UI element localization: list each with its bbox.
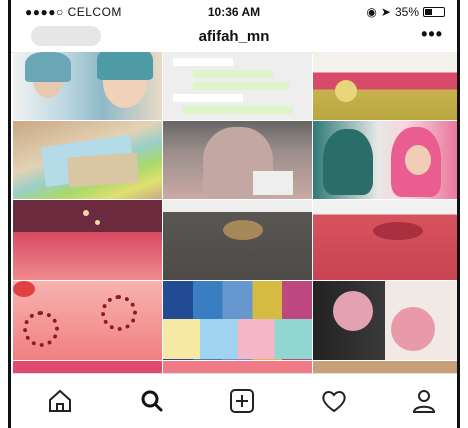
profile-username: afifah_mn <box>198 28 270 45</box>
grid-photo[interactable] <box>313 121 457 199</box>
bottom-tab-bar <box>11 373 457 428</box>
grid-photo[interactable] <box>13 281 162 360</box>
photo-grid <box>13 52 457 378</box>
status-bar: ●●●●○ CELCOM 10:36 AM ◉ ➤ 35% <box>11 0 457 22</box>
add-post-tab[interactable] <box>227 386 257 416</box>
phone-frame: ●●●●○ CELCOM 10:36 AM ◉ ➤ 35% afifah_mn … <box>8 0 460 428</box>
profile-icon <box>412 390 436 413</box>
profile-tab[interactable] <box>409 386 439 416</box>
grid-photo[interactable] <box>163 121 312 199</box>
battery-percent: 35% <box>394 5 419 19</box>
activity-tab[interactable] <box>319 386 349 416</box>
search-tab[interactable] <box>137 386 167 416</box>
home-icon <box>49 389 71 412</box>
grid-photo[interactable] <box>163 52 312 120</box>
grid-photo[interactable] <box>13 52 162 120</box>
location-icon: ➤ <box>380 5 391 19</box>
grid-photo[interactable] <box>13 121 162 199</box>
alarm-icon: ◉ <box>366 5 377 19</box>
add-post-icon <box>230 389 254 413</box>
grid-photo[interactable] <box>313 200 457 280</box>
grid-photo[interactable] <box>13 200 162 280</box>
grid-photo[interactable] <box>313 52 457 120</box>
battery-icon <box>423 7 445 17</box>
grid-photo[interactable] <box>163 200 312 280</box>
search-icon <box>141 390 163 412</box>
home-tab[interactable] <box>45 386 75 416</box>
status-right: ◉ ➤ 35% <box>366 5 445 19</box>
grid-photo[interactable] <box>313 281 457 360</box>
grid-photo[interactable] <box>163 281 312 360</box>
profile-header: afifah_mn ••• <box>11 22 457 53</box>
more-options-button[interactable]: ••• <box>421 24 443 45</box>
heart-icon <box>322 391 346 413</box>
